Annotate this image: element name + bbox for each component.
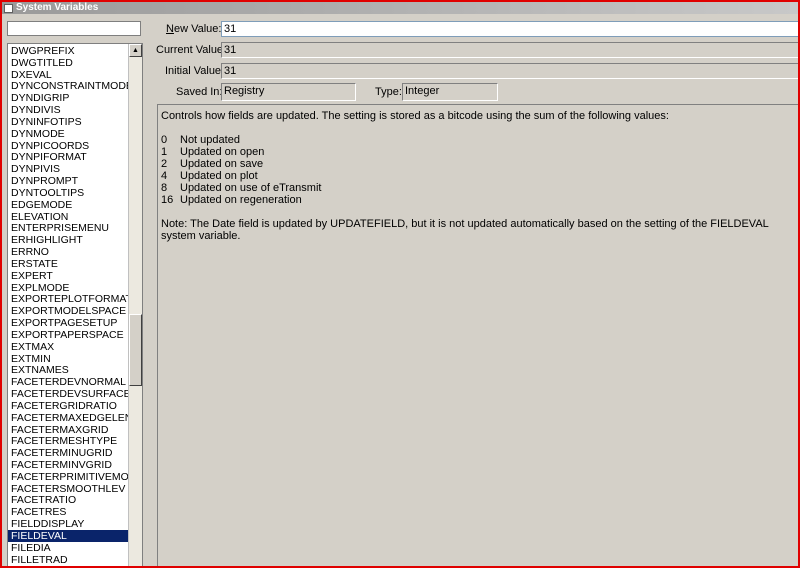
current-value-field: 31 xyxy=(221,42,798,58)
description-panel: Controls how fields are updated. The set… xyxy=(157,104,798,566)
description-note: Note: The Date field is updated by UPDAT… xyxy=(161,218,769,242)
bitcode-text: Not updated xyxy=(180,134,240,146)
bitcode-value-row: 1 Updated on open xyxy=(161,146,798,158)
list-item[interactable]: EXPORTPAPERSPACE xyxy=(8,329,129,341)
bitcode-number: 16 xyxy=(161,194,174,206)
list-item[interactable]: EXPORTPAGESETUP xyxy=(8,317,129,329)
bitcode-number: 8 xyxy=(161,182,168,194)
list-item[interactable]: EDGEMODE xyxy=(8,199,129,211)
search-input[interactable] xyxy=(7,21,141,36)
list-item[interactable]: FACETERMESHTYPE xyxy=(8,435,129,447)
current-value-label: Current Value: xyxy=(156,44,227,56)
list-item[interactable]: DYNINFOTIPS xyxy=(8,116,129,128)
list-item[interactable]: FIELDDISPLAY xyxy=(8,518,129,530)
bitcode-values-list: 0 Not updated 1 Updated on open 2 Updated on … xyxy=(161,134,798,206)
list-item[interactable]: EXTMAX xyxy=(8,341,129,353)
bitcode-text: Updated on open xyxy=(180,146,265,158)
system-variables-window: System Variables DWGPREFIX DWGTITLED DXEVA… xyxy=(0,0,800,568)
list-item[interactable]: DWGPREFIX xyxy=(8,45,129,57)
list-item[interactable]: ELEVATION xyxy=(8,211,129,223)
list-item[interactable]: DYNCONSTRAINTMODE xyxy=(8,80,129,93)
bitcode-text: Updated on regeneration xyxy=(180,194,302,206)
bitcode-number: 0 xyxy=(161,134,168,146)
title-bar: System Variables xyxy=(2,2,798,14)
list-item[interactable]: DYNPIFORMAT xyxy=(8,151,129,164)
list-item-selected[interactable]: FIELDEVAL xyxy=(8,529,129,542)
new-value-input[interactable] xyxy=(221,21,798,37)
saved-in-label: Saved In: xyxy=(176,86,223,98)
initial-value-label: Initial Value: xyxy=(165,65,225,77)
initial-value-field: 31 xyxy=(221,63,798,79)
bitcode-text: Updated on use of eTransmit xyxy=(180,182,322,194)
bitcode-text: Updated on save xyxy=(180,158,264,170)
list-item[interactable]: FACETERGRIDRATIO xyxy=(8,400,129,412)
bitcode-value-row: 8 Updated on use of eTransmit xyxy=(161,182,798,194)
type-field: Integer xyxy=(402,83,498,101)
list-item[interactable]: EXTNAMES xyxy=(8,364,129,376)
bitcode-value-row: 0 Not updated xyxy=(161,134,798,146)
list-item[interactable]: FACETERDEVSURFACE xyxy=(8,388,129,400)
list-item[interactable]: DYNDIVIS xyxy=(8,104,129,116)
type-label: Type: xyxy=(375,86,402,98)
bitcode-number: 4 xyxy=(161,170,168,182)
new-value-label: New Value: xyxy=(166,23,222,35)
saved-in-field: Registry xyxy=(221,83,356,101)
list-item[interactable]: DYNTOOLTIPS xyxy=(8,187,129,199)
list-item[interactable]: DYNMODE xyxy=(8,128,129,140)
bitcode-value-row: 2 Updated on save xyxy=(161,158,798,170)
list-item[interactable]: FACETERDEVNORMAL xyxy=(8,376,129,388)
list-item[interactable]: FACETRATIO xyxy=(8,494,129,507)
list-item[interactable]: EXPORTEPLOTFORMAT xyxy=(8,293,129,305)
window-icon xyxy=(4,3,13,13)
variable-list[interactable]: DWGPREFIX DWGTITLED DXEVAL DYNCONSTRAINTMOD… xyxy=(7,43,143,566)
list-item[interactable]: DYNDIGRIP xyxy=(8,92,129,104)
list-item[interactable]: DYNPROMPT xyxy=(8,175,129,187)
list-item[interactable]: FILEDIA xyxy=(8,542,129,554)
bitcode-text: Updated on plot xyxy=(180,170,258,182)
variable-list-items: DWGPREFIX DWGTITLED DXEVAL DYNCONSTRAINTMOD… xyxy=(8,45,129,566)
window-title: System Variables xyxy=(16,2,99,13)
scroll-up-arrow-icon[interactable]: ▲ xyxy=(129,44,142,57)
list-item[interactable]: EXPLMODE xyxy=(8,282,129,294)
list-item[interactable]: FACETERMAXEDGELENG xyxy=(8,412,129,424)
list-item[interactable]: ERSTATE xyxy=(8,258,129,270)
list-item[interactable]: FACETRES xyxy=(8,506,129,518)
list-item[interactable]: FACETERPRIMITIVEMOD xyxy=(8,471,129,483)
list-item[interactable]: DYNPICOORDS xyxy=(8,140,129,152)
list-item[interactable]: EXTMIN xyxy=(8,353,129,365)
list-item[interactable]: EXPERT xyxy=(8,270,129,282)
bitcode-value-row: 16 Updated on regeneration xyxy=(161,194,798,206)
list-item[interactable]: FACETERMINUGRID xyxy=(8,447,129,459)
bitcode-number: 1 xyxy=(161,146,168,158)
list-item[interactable]: ERRNO xyxy=(8,246,129,258)
list-item[interactable]: ENTERPRISEMENU xyxy=(8,222,129,235)
list-item[interactable]: ERHIGHLIGHT xyxy=(8,234,129,246)
list-item[interactable]: DYNPIVIS xyxy=(8,163,129,175)
list-item[interactable]: FILLETRAD xyxy=(8,554,129,566)
list-item[interactable]: DXEVAL xyxy=(8,69,129,81)
bitcode-value-row: 4 Updated on plot xyxy=(161,170,798,182)
scroll-thumb[interactable] xyxy=(129,314,142,386)
list-item[interactable]: DWGTITLED xyxy=(8,57,129,69)
list-item[interactable]: EXPORTMODELSPACE xyxy=(8,305,129,317)
bitcode-number: 2 xyxy=(161,158,168,170)
list-item[interactable]: FACETERMINVGRID xyxy=(8,459,129,471)
list-item[interactable]: FACETERMAXGRID xyxy=(8,424,129,436)
list-item[interactable]: FACETERSMOOTHLEV xyxy=(8,483,129,495)
list-scrollbar[interactable]: ▲ xyxy=(128,44,142,566)
description-intro: Controls how fields are updated. The set… xyxy=(161,110,669,122)
